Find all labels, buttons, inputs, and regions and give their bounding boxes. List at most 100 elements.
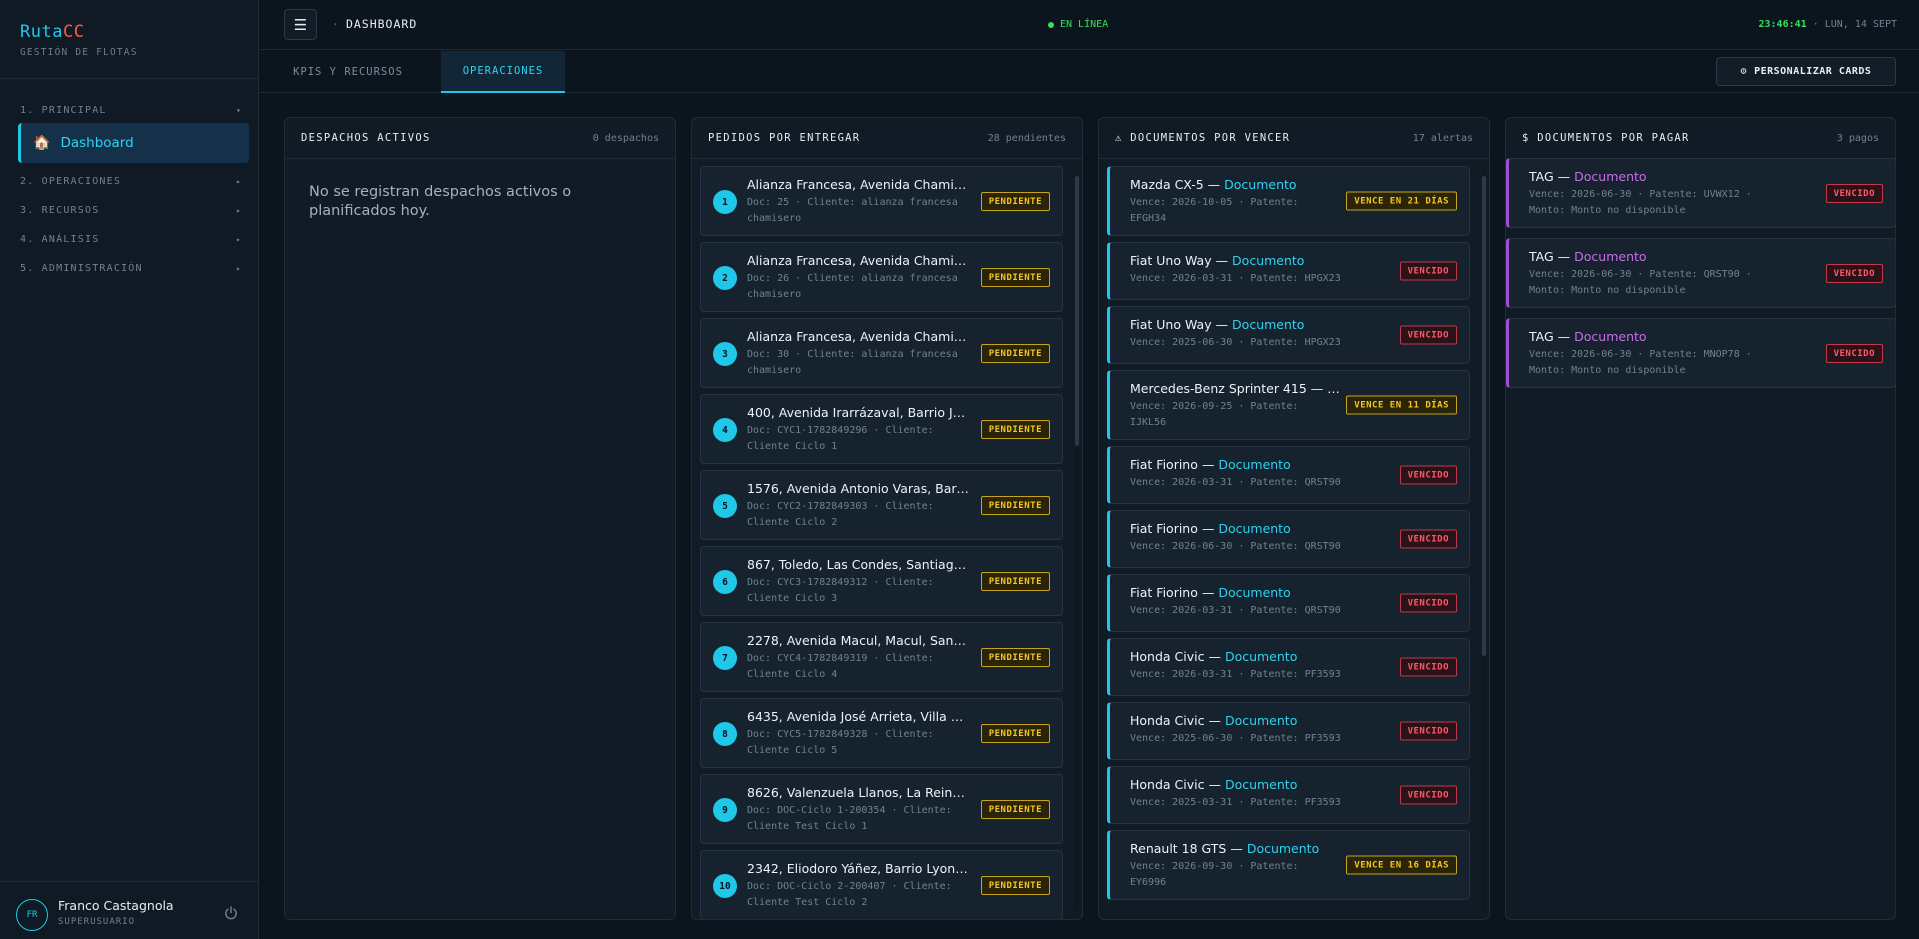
vehicle-name: TAG — (1529, 169, 1575, 184)
scrollbar-thumb[interactable] (1482, 176, 1486, 656)
empty-state-message: No se registran despachos activos o plan… (309, 184, 572, 219)
document-item[interactable]: Renault 18 GTS — Documento Vence: 2026-0… (1107, 830, 1470, 900)
avatar[interactable]: FR (16, 899, 48, 931)
status-badge: VENCIDO (1825, 264, 1883, 283)
document-item[interactable]: Fiat Uno Way — Documento Vence: 2025-06-… (1107, 306, 1470, 364)
brand-name-b: CC (62, 22, 85, 42)
pedido-item[interactable]: 4 400, Avenida Irarrázaval, Barrio Javie… (700, 394, 1063, 464)
panel-pedidos-por-entregar: PEDIDOS POR ENTREGAR 28 pendientes 1 Ali… (691, 117, 1083, 920)
vehicle-name: Honda Civic — (1130, 649, 1225, 664)
document-link[interactable]: Documento (1574, 329, 1646, 344)
status-badge: VENCIDO (1399, 593, 1457, 613)
panel-title: DESPACHOS ACTIVOS (301, 132, 431, 144)
status-badge: PENDIENTE (980, 572, 1050, 591)
document-item[interactable]: Fiat Fiorino — Documento Vence: 2026-06-… (1107, 510, 1470, 568)
vehicle-name: Fiat Fiorino — (1130, 457, 1219, 472)
item-number: 2 (713, 266, 737, 290)
nav-section-analisis[interactable]: 4. ANÁLISIS ▸ (20, 232, 242, 246)
breadcrumb: · DASHBOARD (332, 17, 417, 31)
item-subtitle: Doc: DOC-Ciclo 2-200407 · Cliente: Clien… (747, 881, 952, 908)
document-item[interactable]: Fiat Fiorino — Documento Vence: 2026-03-… (1107, 446, 1470, 504)
document-link[interactable]: Documento (1218, 585, 1290, 600)
pedido-item[interactable]: 7 2278, Avenida Macul, Macul, Santiago, … (700, 622, 1063, 692)
doc-title: Fiat Uno Way — Documento (1130, 317, 1340, 332)
doc-title: TAG — Documento (1529, 169, 1647, 184)
item-title: 400, Avenida Irarrázaval, Barrio Javiera… (747, 405, 969, 420)
status-badge: PENDIENTE (980, 648, 1050, 667)
document-item[interactable]: Fiat Fiorino — Documento Vence: 2026-03-… (1107, 574, 1470, 632)
nav-section-label: 2. OPERACIONES (20, 175, 122, 187)
payment-item[interactable]: TAG — Documento Vence: 2026-06-30 · Pate… (1506, 318, 1895, 388)
document-item[interactable]: Mazda CX-5 — Documento Vence: 2026-10-05… (1107, 166, 1470, 236)
scrollbar[interactable] (1482, 166, 1486, 916)
vehicle-name: Fiat Fiorino — (1130, 585, 1219, 600)
vehicle-name: TAG — (1529, 329, 1575, 344)
item-number: 5 (713, 494, 737, 518)
document-link[interactable]: Documento (1574, 249, 1646, 264)
pedido-item[interactable]: 6 867, Toledo, Las Condes, Santiago, Chi… (700, 546, 1063, 616)
document-link[interactable]: Documento (1225, 649, 1297, 664)
doc-subtitle: Vence: 2025-03-31 · Patente: PF3593 (1130, 797, 1341, 808)
brand-logo: RutaCC (20, 22, 138, 42)
panel-documentos-por-pagar: $ DOCUMENTOS POR PAGAR 3 pagos TAG — Doc… (1505, 117, 1896, 920)
document-link[interactable]: Documento (1232, 317, 1304, 332)
nav-section-operaciones[interactable]: 2. OPERACIONES ▸ (20, 174, 242, 188)
document-link[interactable]: Documento (1225, 777, 1297, 792)
tab-kpis-recursos[interactable]: KPIS Y RECURSOS (284, 51, 412, 93)
vehicle-name: Honda Civic — (1130, 777, 1225, 792)
doc-subtitle: Vence: 2026-03-31 · Patente: QRST90 (1130, 477, 1341, 488)
scrollbar[interactable] (1075, 166, 1079, 916)
document-item[interactable]: Mercedes-Benz Sprinter 415 — Documento V… (1107, 370, 1470, 440)
status-badge: PENDIENTE (980, 800, 1050, 819)
nav-section-administracion[interactable]: 5. ADMINISTRACIÓN ▸ (20, 261, 242, 275)
document-link[interactable]: Documento (1218, 457, 1290, 472)
nav-section-recursos[interactable]: 3. RECURSOS ▸ (20, 203, 242, 217)
pedido-item[interactable]: 10 2342, Eliodoro Yáñez, Barrio Lyon, Pr… (700, 850, 1063, 919)
nav-section-label: 5. ADMINISTRACIÓN (20, 262, 143, 274)
item-number: 4 (713, 418, 737, 442)
status-dot-icon (1048, 21, 1054, 28)
doc-subtitle: Vence: 2025-06-30 · Patente: HPGX23 (1130, 337, 1341, 348)
item-number: 3 (713, 342, 737, 366)
document-link[interactable]: Documento (1225, 713, 1297, 728)
item-number: 9 (713, 798, 737, 822)
power-icon[interactable] (223, 905, 239, 921)
doc-title: Honda Civic — Documento (1130, 713, 1340, 728)
status-badge: VENCE EN 21 DÍAS (1346, 191, 1457, 211)
document-link[interactable]: Documento (1574, 169, 1646, 184)
document-item[interactable]: Honda Civic — Documento Vence: 2025-03-3… (1107, 766, 1470, 824)
panel-title: PEDIDOS POR ENTREGAR (708, 132, 861, 144)
menu-toggle-button[interactable]: ☰ (284, 9, 317, 40)
status-badge: VENCIDO (1399, 465, 1457, 485)
vehicle-name: Fiat Fiorino — (1130, 521, 1219, 536)
status-label: EN LÍNEA (1060, 19, 1109, 30)
customize-cards-button[interactable]: ⚙ PERSONALIZAR CARDS (1716, 57, 1896, 86)
document-link[interactable]: Documento (1224, 177, 1296, 192)
document-item[interactable]: Honda Civic — Documento Vence: 2025-06-3… (1107, 702, 1470, 760)
panel-title-text: DOCUMENTOS POR VENCER (1130, 132, 1291, 144)
status-badge: PENDIENTE (980, 876, 1050, 895)
tab-operaciones[interactable]: OPERACIONES (441, 51, 565, 93)
doc-title: Mercedes-Benz Sprinter 415 — Documento (1130, 381, 1340, 396)
pedido-item[interactable]: 8 6435, Avenida José Arrieta, Villa Los … (700, 698, 1063, 768)
status-badge: VENCE EN 11 DÍAS (1346, 395, 1457, 415)
pedido-item[interactable]: 9 8626, Valenzuela Llanos, La Reina, San… (700, 774, 1063, 844)
item-title: 867, Toledo, Las Condes, Santiago, Chile (747, 557, 969, 572)
payment-item[interactable]: TAG — Documento Vence: 2026-06-30 · Pate… (1506, 238, 1895, 308)
pedido-item[interactable]: 3 Alianza Francesa, Avenida Chamisero, C… (700, 318, 1063, 388)
scrollbar-thumb[interactable] (1075, 176, 1079, 446)
sidebar-item-label: Dashboard (60, 135, 134, 151)
document-link[interactable]: Documento (1232, 253, 1304, 268)
brand[interactable]: RutaCC GESTIÓN DE FLOTAS (20, 22, 138, 58)
pedido-item[interactable]: 2 Alianza Francesa, Avenida Chamisero, C… (700, 242, 1063, 312)
pedido-item[interactable]: 5 1576, Avenida Antonio Varas, Barrio It… (700, 470, 1063, 540)
payment-item[interactable]: TAG — Documento Vence: 2026-06-30 · Pate… (1506, 158, 1895, 228)
nav-section-principal[interactable]: 1. PRINCIPAL ▾ (20, 103, 242, 117)
sidebar-item-dashboard[interactable]: 🏠 Dashboard (18, 123, 249, 163)
doc-title: TAG — Documento (1529, 329, 1647, 344)
document-item[interactable]: Honda Civic — Documento Vence: 2026-03-3… (1107, 638, 1470, 696)
document-item[interactable]: Fiat Uno Way — Documento Vence: 2026-03-… (1107, 242, 1470, 300)
pedido-item[interactable]: 1 Alianza Francesa, Avenida Chamisero, C… (700, 166, 1063, 236)
document-link[interactable]: Documento (1247, 841, 1319, 856)
document-link[interactable]: Documento (1218, 521, 1290, 536)
